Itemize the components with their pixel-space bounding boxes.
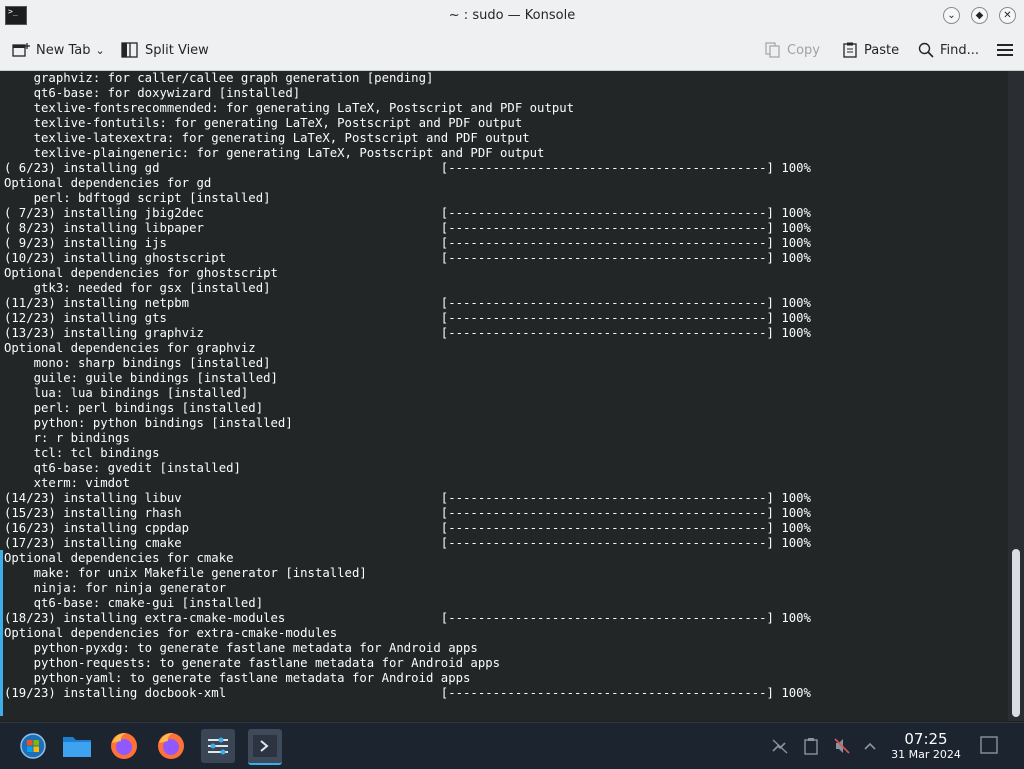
chevron-down-icon[interactable]: ⌄ xyxy=(96,44,105,57)
terminal-line: (12/23) installing gts [----------------… xyxy=(4,311,811,325)
terminal-line: perl: perl bindings [installed] xyxy=(4,401,264,415)
paste-icon xyxy=(843,42,857,58)
terminal-line: gtk3: needed for gsx [installed] xyxy=(4,281,271,295)
window-title: ~ : sudo — Konsole xyxy=(448,8,576,23)
paste-button[interactable]: Paste xyxy=(842,42,899,58)
settings-sliders-icon xyxy=(208,737,228,755)
terminal-line: (18/23) installing extra-cmake-modules [… xyxy=(4,611,811,625)
minimize-button[interactable]: ⌄ xyxy=(943,7,960,24)
terminal-line: ( 6/23) installing gd [-----------------… xyxy=(4,161,811,175)
terminal-line: texlive-fontsrecommended: for generating… xyxy=(4,101,575,115)
copy-label: Copy xyxy=(787,42,820,58)
terminal-line: python-yaml: to generate fastlane metada… xyxy=(4,671,471,685)
terminal-line: lua: lua bindings [installed] xyxy=(4,386,249,400)
maximize-button[interactable]: ◆ xyxy=(971,7,988,24)
clock-time: 07:25 xyxy=(904,730,948,748)
terminal-line: qt6-base: cmake-gui [installed] xyxy=(4,596,264,610)
clock[interactable]: 07:25 31 Mar 2024 xyxy=(886,731,966,762)
terminal-line: (15/23) installing rhash [--------------… xyxy=(4,506,811,520)
scrollbar-thumb[interactable] xyxy=(1012,549,1020,717)
volume-muted-icon[interactable] xyxy=(833,737,851,755)
terminal-line: r: r bindings xyxy=(4,431,130,445)
terminal-output[interactable]: graphviz: for caller/callee graph genera… xyxy=(0,71,1008,721)
split-view-label: Split View xyxy=(145,42,209,58)
paste-label: Paste xyxy=(864,42,900,58)
terminal-line: ( 8/23) installing libpaper [-----------… xyxy=(4,221,811,235)
close-icon: ✕ xyxy=(1003,10,1012,21)
terminal-line: python-requests: to generate fastlane me… xyxy=(4,656,501,670)
taskbar-konsole[interactable] xyxy=(248,729,282,765)
output-marker-bar xyxy=(0,550,3,716)
terminal-line: (17/23) installing cmake [--------------… xyxy=(4,536,811,550)
chevron-up-icon[interactable] xyxy=(862,737,878,755)
new-tab-button[interactable]: New Tab ⌄ xyxy=(12,42,105,58)
find-button[interactable]: Find... xyxy=(918,42,979,58)
terminal-line: Optional dependencies for cmake xyxy=(4,551,234,565)
folder-icon xyxy=(63,737,91,757)
terminal-line: texlive-plaingeneric: for generating LaT… xyxy=(4,146,545,160)
split-view-icon xyxy=(121,42,138,58)
terminal-line: xterm: vimdot xyxy=(4,476,130,490)
copy-icon xyxy=(765,42,780,58)
terminal-line: mono: sharp bindings [installed] xyxy=(4,356,271,370)
terminal-text: graphviz: for caller/callee graph genera… xyxy=(4,71,811,701)
firefox-icon xyxy=(111,733,137,759)
terminal-line: ( 9/23) installing ijs [----------------… xyxy=(4,236,811,250)
terminal-line: texlive-fontutils: for generating LaTeX,… xyxy=(4,116,523,130)
taskbar-system-settings[interactable] xyxy=(201,729,235,763)
terminal-line: guile: guile bindings [installed] xyxy=(4,371,278,385)
terminal-line: (16/23) installing cppdap [-------------… xyxy=(4,521,811,535)
taskbar-file-manager[interactable] xyxy=(60,729,94,763)
taskbar: 07:25 31 Mar 2024 xyxy=(0,722,1024,769)
copy-button[interactable]: Copy xyxy=(765,42,820,58)
terminal-scrollbar[interactable] xyxy=(1008,71,1024,721)
terminal-line: Optional dependencies for ghostscript xyxy=(4,266,278,280)
terminal-line: qt6-base: gvedit [installed] xyxy=(4,461,241,475)
terminal-line: python-pyxdg: to generate fastlane metad… xyxy=(4,641,478,655)
hamburger-menu-button[interactable] xyxy=(997,43,1019,57)
terminal-line: (10/23) installing ghostscript [--------… xyxy=(4,251,811,265)
title-bar: >_ ~ : sudo — Konsole ⌄ ◆ ✕ xyxy=(0,0,1024,32)
taskbar-firefox-2[interactable] xyxy=(154,729,188,763)
firefox-icon xyxy=(158,733,184,759)
terminal-line: qt6-base: for doxywizard [installed] xyxy=(4,86,301,100)
toolbar: New Tab ⌄ Split View Copy Paste Find... xyxy=(0,32,1024,71)
terminal-line: graphviz: for caller/callee graph genera… xyxy=(4,71,434,85)
terminal-line: ( 7/23) installing jbig2dec [-----------… xyxy=(4,206,811,220)
diamond-icon: ◆ xyxy=(975,10,984,21)
terminal-line: python: python bindings [installed] xyxy=(4,416,293,430)
terminal-prompt-icon xyxy=(253,735,277,757)
taskbar-firefox[interactable] xyxy=(107,729,141,763)
new-tab-icon xyxy=(12,43,30,57)
close-button[interactable]: ✕ xyxy=(999,7,1016,24)
terminal-line: Optional dependencies for gd xyxy=(4,176,212,190)
terminal-line: texlive-latexextra: for generating LaTeX… xyxy=(4,131,530,145)
start-orb-icon xyxy=(20,733,46,759)
terminal-line: (13/23) installing graphviz [-----------… xyxy=(4,326,811,340)
split-view-button[interactable]: Split View xyxy=(121,42,209,58)
terminal-line: perl: bdftogd script [installed] xyxy=(4,191,271,205)
clock-date: 31 Mar 2024 xyxy=(891,748,961,761)
clipboard-icon[interactable] xyxy=(803,737,819,755)
terminal-line: Optional dependencies for graphviz xyxy=(4,341,256,355)
terminal-line: tcl: tcl bindings xyxy=(4,446,160,460)
find-label: Find... xyxy=(940,42,980,58)
terminal-line: Optional dependencies for extra-cmake-mo… xyxy=(4,626,338,640)
terminal-line: ninja: for ninja generator xyxy=(4,581,227,595)
network-disconnected-icon[interactable] xyxy=(771,737,789,755)
chevron-down-icon: ⌄ xyxy=(947,10,956,21)
terminal-line: (19/23) installing docbook-xml [--------… xyxy=(4,686,811,700)
new-tab-label: New Tab xyxy=(36,42,91,58)
terminal-line: (14/23) installing libuv [--------------… xyxy=(4,491,811,505)
hamburger-menu-icon xyxy=(997,44,1013,56)
terminal-line: (11/23) installing netpbm [-------------… xyxy=(4,296,811,310)
show-desktop-icon[interactable] xyxy=(980,736,998,754)
search-icon xyxy=(918,42,934,58)
start-menu-button[interactable] xyxy=(16,729,50,763)
terminal-line: make: for unix Makefile generator [insta… xyxy=(4,566,367,580)
